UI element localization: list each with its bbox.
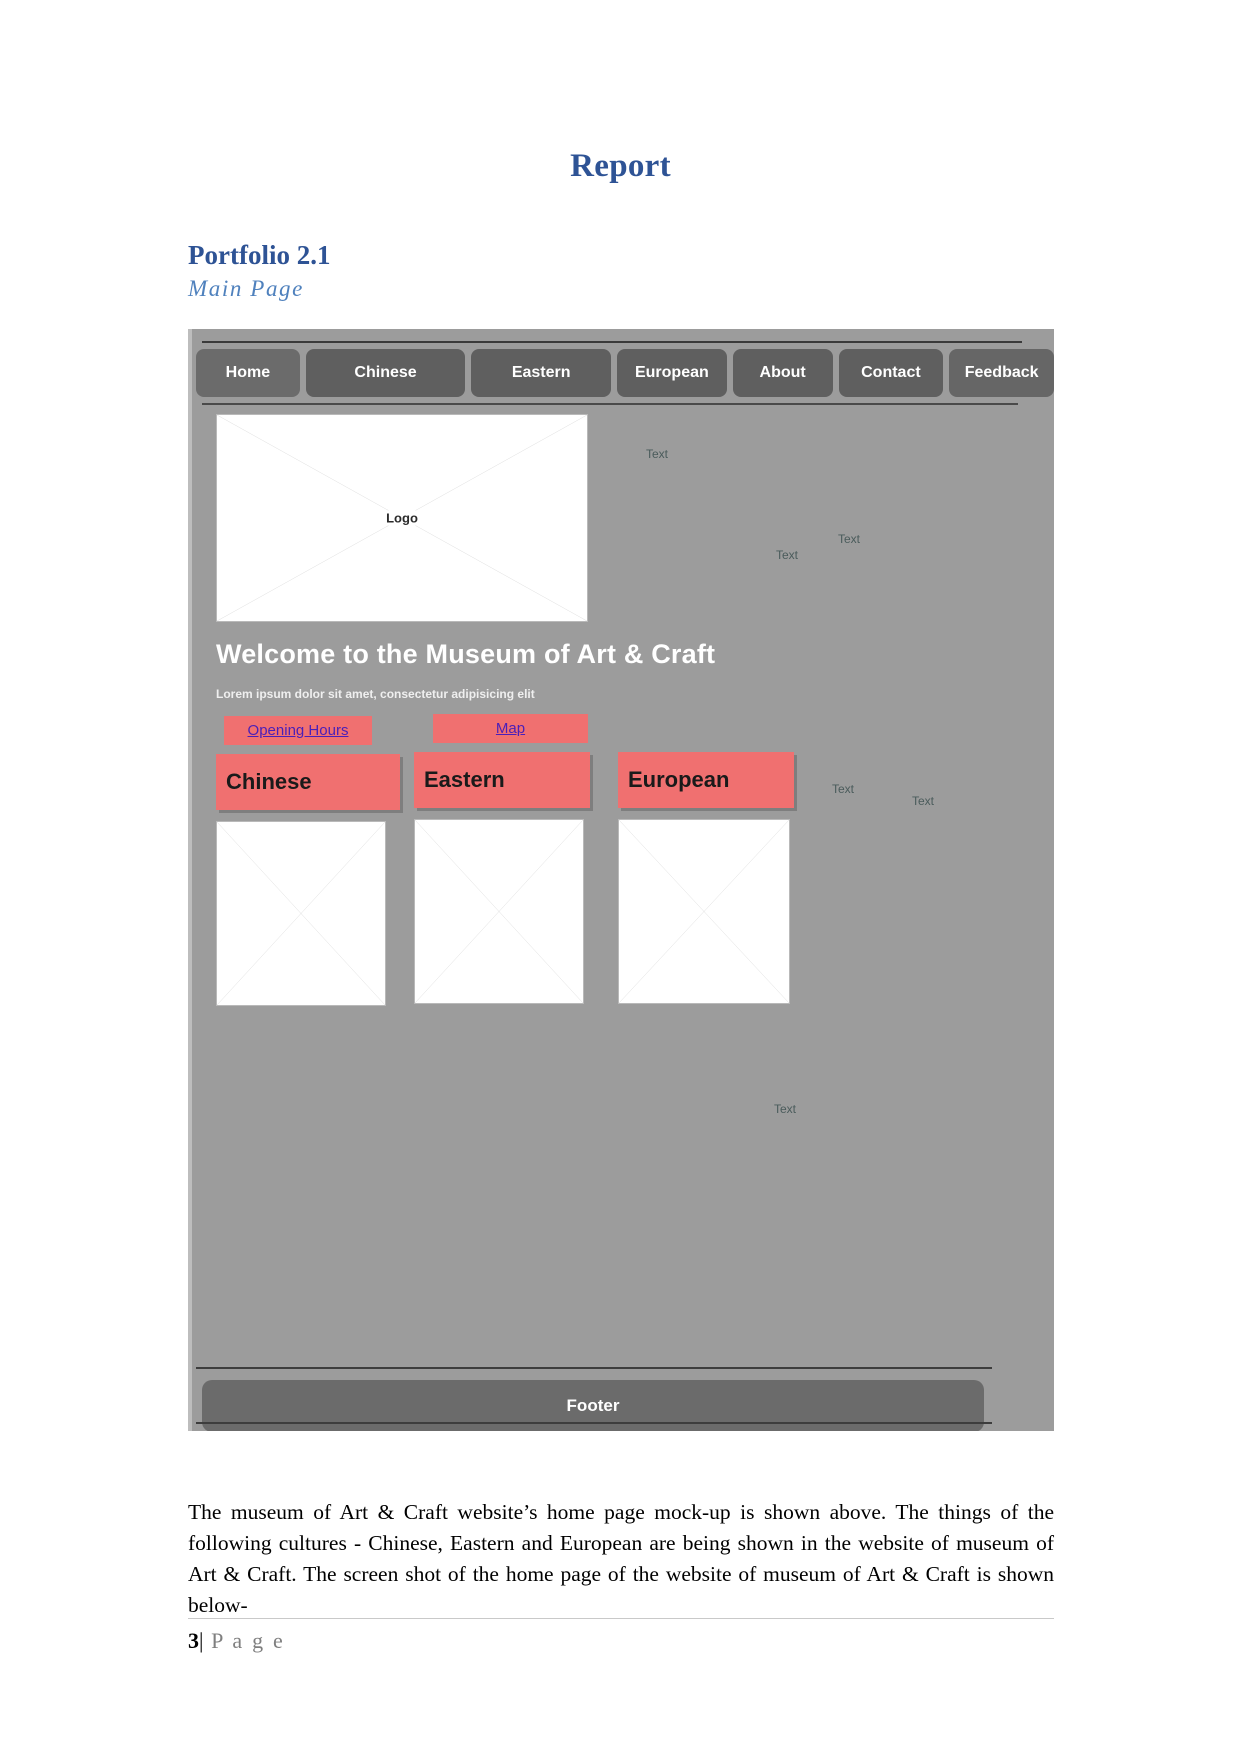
document-title: Report xyxy=(570,148,671,184)
footer-top-rule xyxy=(196,1367,992,1369)
mockup-lorem-text: Lorem ipsum dolor sit amet, consectetur … xyxy=(216,687,535,701)
section-subheading: Main Page xyxy=(188,276,304,301)
logo-placeholder: Logo xyxy=(216,414,588,622)
placeholder-cross-icon xyxy=(217,822,385,1005)
page-footer-rule xyxy=(188,1618,1054,1619)
document-page: Report Portfolio 2.1 Main Page Home Chin… xyxy=(0,0,1241,1754)
page-footer: 3| P a g e xyxy=(188,1628,285,1654)
section-heading: Portfolio 2.1 xyxy=(188,240,331,270)
wireframe-mockup-figure: Home Chinese Eastern European About Cont… xyxy=(188,329,1054,1431)
map-button[interactable]: Map xyxy=(433,714,588,743)
nav-item-feedback[interactable]: Feedback xyxy=(949,349,1054,397)
mockup-nav-bar: Home Chinese Eastern European About Cont… xyxy=(196,349,1054,397)
text-label-6: Text xyxy=(774,1102,797,1116)
nav-item-home[interactable]: Home xyxy=(196,349,300,397)
nav-item-about[interactable]: About xyxy=(732,349,833,397)
page-footer-label: P a g e xyxy=(211,1628,285,1653)
placeholder-cross-icon xyxy=(619,820,789,1003)
footer-bottom-rule xyxy=(196,1422,992,1424)
nav-item-eastern[interactable]: Eastern xyxy=(471,349,612,397)
nav-item-european[interactable]: European xyxy=(617,349,727,397)
category-image-eastern xyxy=(414,819,584,1004)
text-label-4: Text xyxy=(832,782,855,796)
mockup-left-strip xyxy=(188,329,192,1431)
text-label-2: Text xyxy=(838,532,861,546)
page-footer-separator: | xyxy=(199,1628,204,1653)
map-link[interactable]: Map xyxy=(496,720,525,737)
nav-item-chinese[interactable]: Chinese xyxy=(305,349,466,397)
opening-hours-link[interactable]: Opening Hours xyxy=(248,722,349,739)
category-card-chinese[interactable]: Chinese xyxy=(216,754,400,810)
logo-placeholder-label: Logo xyxy=(382,510,422,526)
category-image-chinese xyxy=(216,821,386,1006)
category-card-european[interactable]: European xyxy=(618,752,794,808)
hero-rule xyxy=(202,403,1018,405)
text-label-3: Text xyxy=(776,548,799,562)
text-label-5: Text xyxy=(912,794,935,808)
nav-item-contact[interactable]: Contact xyxy=(838,349,944,397)
nav-top-rule xyxy=(202,341,1022,343)
text-label-1: Text xyxy=(646,447,669,461)
placeholder-cross-icon xyxy=(415,820,583,1003)
mockup-welcome-heading: Welcome to the Museum of Art & Craft xyxy=(216,639,716,669)
page-number: 3 xyxy=(188,1628,199,1653)
category-image-european xyxy=(618,819,790,1004)
category-card-eastern[interactable]: Eastern xyxy=(414,752,590,808)
body-paragraph: The museum of Art & Craft website’s home… xyxy=(188,1499,1054,1617)
opening-hours-button[interactable]: Opening Hours xyxy=(224,716,372,745)
